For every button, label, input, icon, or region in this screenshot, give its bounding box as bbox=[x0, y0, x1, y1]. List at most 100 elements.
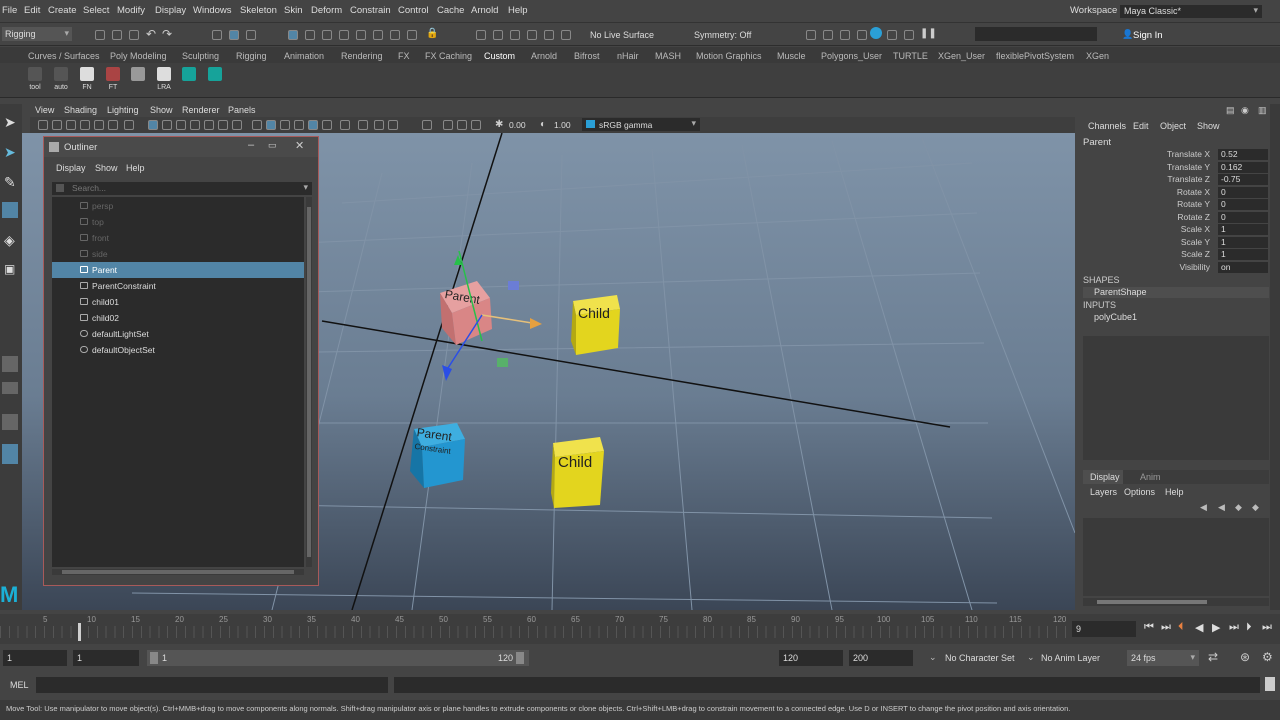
mask-surface-icon[interactable] bbox=[339, 30, 349, 40]
hypershade-icon[interactable] bbox=[857, 30, 867, 40]
script-editor-icon[interactable] bbox=[1265, 677, 1275, 691]
new-layer-icon[interactable]: ◆ bbox=[1235, 502, 1242, 513]
step-forward-key-icon[interactable]: ⏭ bbox=[1229, 621, 1239, 634]
shelf-tab-polygons-user[interactable]: Polygons_User bbox=[821, 51, 882, 61]
outliner-horizontal-scrollbar[interactable] bbox=[52, 569, 304, 575]
mask-render-icon[interactable] bbox=[390, 30, 400, 40]
go-to-start-icon[interactable]: ⏮ bbox=[1144, 621, 1154, 634]
render-frame-icon[interactable] bbox=[823, 30, 833, 40]
shelf-tab-poly-modeling[interactable]: Poly Modeling bbox=[110, 51, 167, 61]
new-scene-icon[interactable] bbox=[95, 30, 105, 40]
gamma-value[interactable]: 1.00 bbox=[554, 120, 571, 130]
animation-prefs-icon[interactable]: ⚙ bbox=[1262, 650, 1273, 664]
child-cube-bottom[interactable] bbox=[551, 437, 604, 508]
resolution-gate-icon[interactable] bbox=[176, 120, 186, 130]
command-input[interactable] bbox=[36, 677, 388, 693]
menu-windows[interactable]: Windows bbox=[193, 5, 232, 16]
camera-attributes-icon[interactable] bbox=[52, 120, 62, 130]
manip-plane-xz[interactable] bbox=[497, 358, 508, 367]
snap-point-icon[interactable] bbox=[510, 30, 520, 40]
viewport-menu-show[interactable]: Show bbox=[150, 105, 173, 115]
film-gate-icon[interactable] bbox=[162, 120, 172, 130]
arnold-render-icon[interactable] bbox=[870, 27, 882, 39]
shadows-icon[interactable] bbox=[322, 120, 332, 130]
shelf-tab-sculpting[interactable]: Sculpting bbox=[182, 51, 219, 61]
shelf-button-mash-2[interactable] bbox=[204, 66, 226, 94]
playback-start-field[interactable]: 1 bbox=[73, 650, 139, 666]
attr-value[interactable]: 1 bbox=[1218, 249, 1268, 260]
snap-surface-icon[interactable] bbox=[544, 30, 554, 40]
attr-scale-x[interactable]: Scale X 1 bbox=[1078, 224, 1268, 236]
outliner-item-parent[interactable]: Parent bbox=[52, 262, 304, 278]
tool-settings-icon[interactable]: ▥ bbox=[1258, 105, 1267, 116]
menu-skeleton[interactable]: Skeleton bbox=[240, 5, 277, 16]
layer-menu-layers[interactable]: Layers bbox=[1090, 487, 1117, 497]
animation-start-field[interactable]: 1 bbox=[3, 650, 67, 666]
tab-display[interactable]: Display bbox=[1090, 472, 1120, 482]
shelf-tab-custom[interactable]: Custom bbox=[484, 51, 515, 61]
shelf-button-fn[interactable]: FN bbox=[76, 66, 98, 94]
attr-translate-z[interactable]: Translate Z -0.75 bbox=[1078, 174, 1268, 186]
maximize-icon[interactable]: ▭ bbox=[268, 140, 277, 151]
layout-side-icon[interactable] bbox=[2, 414, 18, 430]
menu-deform[interactable]: Deform bbox=[311, 5, 342, 16]
menu-skin[interactable]: Skin bbox=[284, 5, 302, 16]
ipr-render-icon[interactable] bbox=[840, 30, 850, 40]
shelf-button-mash-1[interactable] bbox=[178, 66, 200, 94]
mask-curve-icon[interactable] bbox=[322, 30, 332, 40]
outliner-menu-help[interactable]: Help bbox=[126, 163, 145, 173]
attr-value[interactable]: 1 bbox=[1218, 224, 1268, 235]
tab-anim[interactable]: Anim bbox=[1140, 472, 1161, 482]
animation-end-field[interactable]: 200 bbox=[849, 650, 913, 666]
layout-single-icon[interactable] bbox=[2, 356, 18, 372]
gate-mask-icon[interactable] bbox=[190, 120, 200, 130]
lasso-tool-icon[interactable]: ➤ bbox=[4, 144, 16, 161]
shelf-tab-bifrost[interactable]: Bifrost bbox=[574, 51, 600, 61]
menu-cache[interactable]: Cache bbox=[437, 5, 464, 16]
current-time-marker[interactable] bbox=[78, 623, 81, 641]
layout-four-icon[interactable] bbox=[2, 382, 18, 394]
mask-joint-icon[interactable] bbox=[305, 30, 315, 40]
outliner-menu-display[interactable]: Display bbox=[56, 163, 86, 173]
side-tabs[interactable] bbox=[1270, 104, 1280, 610]
shape-node[interactable]: ParentShape bbox=[1083, 287, 1269, 298]
outliner-titlebar[interactable]: Outliner – ▭ ✕ bbox=[44, 137, 318, 157]
render-view-icon[interactable] bbox=[887, 30, 897, 40]
snap-curve-icon[interactable] bbox=[493, 30, 503, 40]
shelf-tab-muscle[interactable]: Muscle bbox=[777, 51, 806, 61]
attr-translate-y[interactable]: Translate Y 0.162 bbox=[1078, 161, 1268, 174]
wireframe-icon[interactable] bbox=[252, 120, 262, 130]
menu-select[interactable]: Select bbox=[83, 5, 109, 16]
attr-value[interactable]: on bbox=[1218, 261, 1268, 273]
safe-title-icon[interactable] bbox=[232, 120, 242, 130]
chevron-down-icon[interactable]: ▾ bbox=[303, 182, 308, 193]
attr-scale-z[interactable]: Scale Z 1 bbox=[1078, 249, 1268, 261]
shelf-tab-rigging[interactable]: Rigging bbox=[236, 51, 267, 61]
select-hierarchy-icon[interactable] bbox=[212, 30, 222, 40]
attr-value[interactable]: 0 bbox=[1218, 199, 1268, 210]
menuset-dropdown[interactable]: Rigging ▾ bbox=[2, 27, 72, 41]
lock-icon[interactable]: 🔒 bbox=[426, 28, 438, 39]
channel-box-toggle-icon[interactable]: ▤ bbox=[1226, 105, 1235, 116]
textured-icon[interactable] bbox=[294, 120, 304, 130]
attr-value[interactable]: 0 bbox=[1218, 186, 1268, 198]
menu-display[interactable]: Display bbox=[155, 5, 186, 16]
attr-rotate-z[interactable]: Rotate Z 0 bbox=[1078, 211, 1268, 224]
shelf-tab-fx[interactable]: FX bbox=[398, 51, 410, 61]
new-layer-selected-icon[interactable]: ◆ bbox=[1252, 502, 1259, 513]
close-icon[interactable]: ✕ bbox=[295, 139, 304, 152]
mask-deform-icon[interactable] bbox=[356, 30, 366, 40]
grease-pencil-icon[interactable] bbox=[108, 120, 118, 130]
snap-grid-icon[interactable] bbox=[476, 30, 486, 40]
outliner-item-defaultlightset[interactable]: defaultLightSet bbox=[52, 326, 304, 342]
outliner-menu-show[interactable]: Show bbox=[95, 163, 118, 173]
bookmark-icon[interactable] bbox=[66, 120, 76, 130]
character-set-dropdown[interactable]: No Character Set bbox=[945, 653, 1015, 663]
play-backwards-icon[interactable]: ◀ bbox=[1195, 621, 1203, 634]
rotate-tool-icon[interactable]: ◈ bbox=[4, 232, 15, 249]
current-frame-field[interactable]: 9 bbox=[1072, 621, 1136, 637]
viewport-menu-lighting[interactable]: Lighting bbox=[107, 105, 139, 115]
outliner-vertical-scrollbar[interactable] bbox=[306, 197, 312, 567]
attr-value[interactable]: 0.52 bbox=[1218, 149, 1268, 160]
shelf-tab-xgen[interactable]: XGen bbox=[1086, 51, 1109, 61]
